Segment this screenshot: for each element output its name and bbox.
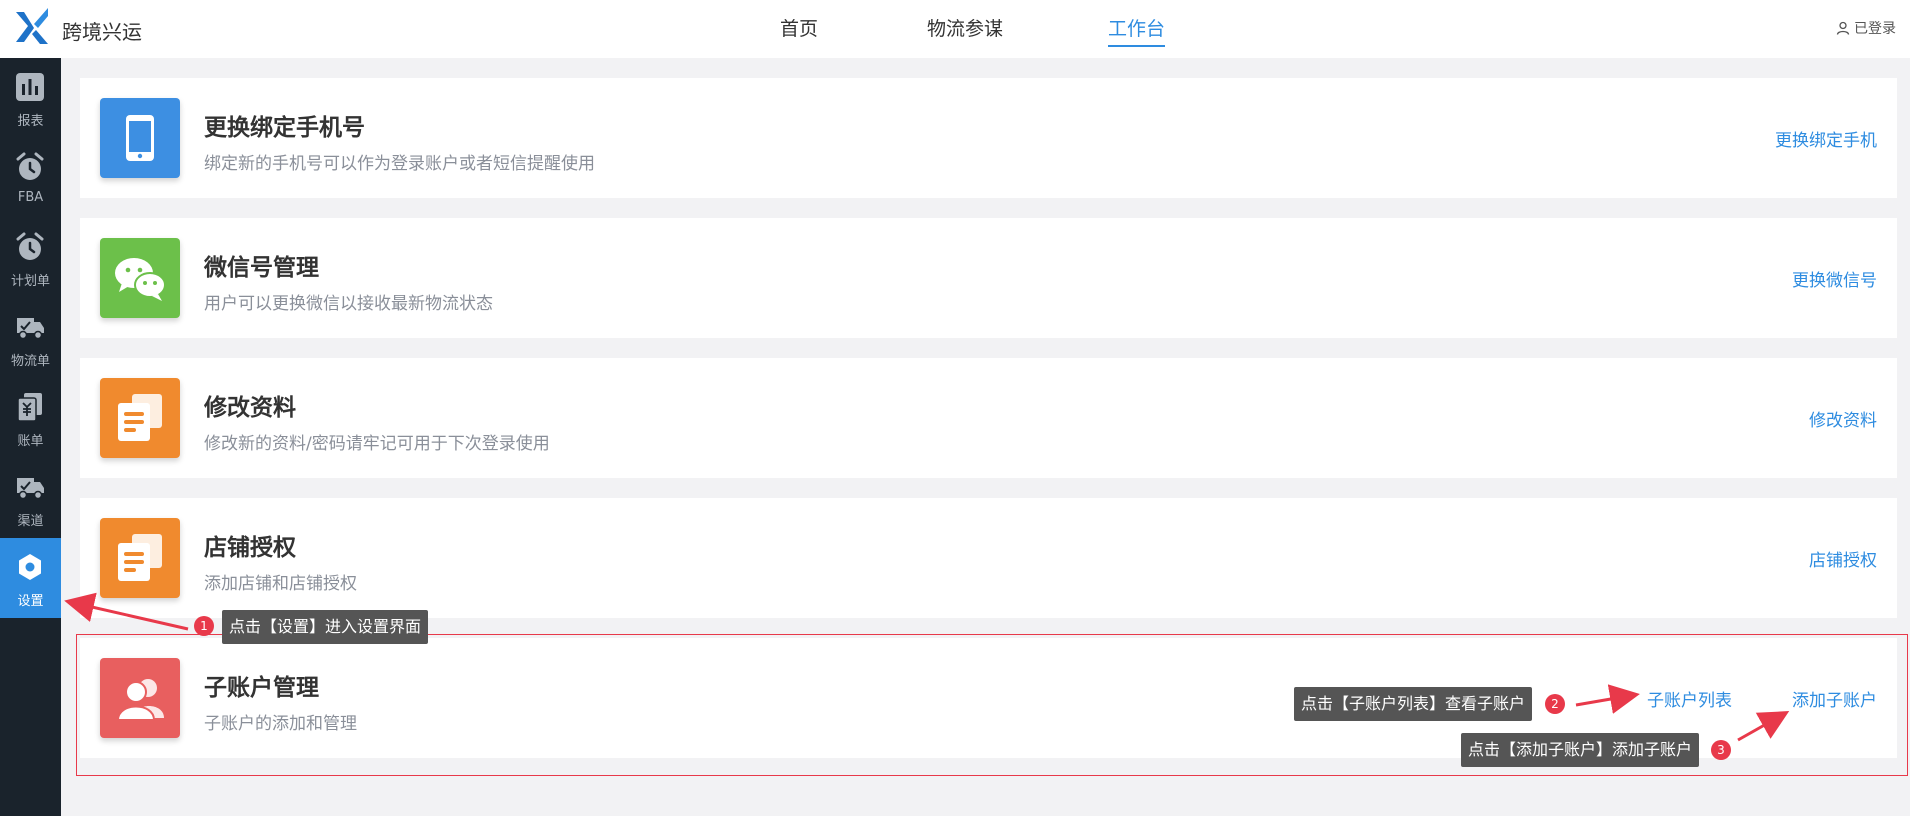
card-edit-profile: 修改资料 修改新的资料/密码请牢记可用于下次登录使用 修改资料 <box>80 358 1897 478</box>
nav-active-underline <box>1108 45 1166 47</box>
step-badge-2: 2 <box>1545 694 1565 714</box>
sidebar-item-label: 计划单 <box>10 274 50 289</box>
sidebar-item-plans[interactable]: 计划单 <box>0 218 61 298</box>
brand-name: 跨境兴运 <box>62 20 142 44</box>
truck-icon <box>17 478 44 500</box>
sidebar: 报表 FBA 计划单 物流单 账单 渠道 设置 <box>0 58 61 816</box>
sidebar-item-label: 物流单 <box>10 354 50 369</box>
card-icon-box <box>100 518 180 598</box>
card-desc: 添加店铺和店铺授权 <box>204 574 357 594</box>
card-change-phone: 更换绑定手机号 绑定新的手机号可以作为登录账户或者短信提醒使用 更换绑定手机 <box>80 78 1897 198</box>
alarm-clock-icon <box>16 232 44 260</box>
store-auth-link[interactable]: 店铺授权 <box>1809 546 1877 571</box>
wechat-icon <box>115 258 166 301</box>
alarm-clock-icon <box>16 152 44 180</box>
card-icon-box <box>100 98 180 178</box>
sidebar-item-reports[interactable]: 报表 <box>0 58 61 138</box>
sidebar-item-logistics-orders[interactable]: 物流单 <box>0 298 61 378</box>
card-store-auth: 店铺授权 添加店铺和店铺授权 店铺授权 <box>80 498 1897 618</box>
sidebar-item-label: FBA <box>17 190 44 205</box>
sidebar-item-settings[interactable]: 设置 <box>0 538 61 618</box>
user-status-label: 已登录 <box>1854 21 1896 37</box>
edit-profile-link[interactable]: 修改资料 <box>1809 406 1877 431</box>
sidebar-item-bills[interactable]: 账单 <box>0 378 61 458</box>
tooltip-step-1: 点击【设置】进入设置界面 <box>222 610 429 644</box>
step-badge-3: 3 <box>1711 740 1731 760</box>
card-title: 更换绑定手机号 <box>204 115 365 141</box>
card-desc: 绑定新的手机号可以作为登录账户或者短信提醒使用 <box>204 154 595 174</box>
tooltip-step-3: 点击【添加子账户】添加子账户 <box>1461 733 1700 767</box>
card-desc: 修改新的资料/密码请牢记可用于下次登录使用 <box>204 434 550 454</box>
card-desc: 用户可以更换微信以接收最新物流状态 <box>204 294 493 314</box>
sidebar-item-channels[interactable]: 渠道 <box>0 458 61 538</box>
documents-icon <box>118 534 162 581</box>
sidebar-item-fba[interactable]: FBA <box>0 138 61 218</box>
card-title: 修改资料 <box>204 395 296 421</box>
bar-chart-icon <box>16 73 44 101</box>
card-title: 店铺授权 <box>204 535 296 561</box>
nav-workbench-label: 工作台 <box>1108 18 1166 40</box>
phone-icon <box>126 115 154 161</box>
step-badge-1: 1 <box>194 616 214 636</box>
user-status[interactable]: 已登录 <box>1836 18 1896 38</box>
change-wechat-link[interactable]: 更换微信号 <box>1792 266 1877 291</box>
tooltip-step-2: 点击【子账户列表】查看子账户 <box>1294 687 1533 721</box>
gear-icon <box>19 554 41 580</box>
top-header: 跨境兴运 首页 物流参谋 工作台 已登录 <box>0 0 1910 58</box>
card-title: 微信号管理 <box>204 255 319 281</box>
card-wechat: 微信号管理 用户可以更换微信以接收最新物流状态 更换微信号 <box>80 218 1897 338</box>
sidebar-item-label: 渠道 <box>17 514 44 529</box>
documents-icon <box>118 394 162 441</box>
nav-logistics-advisor[interactable]: 物流参谋 <box>927 14 1003 41</box>
bill-icon <box>17 393 42 422</box>
nav-workbench[interactable]: 工作台 <box>1108 14 1166 47</box>
card-icon-box <box>100 238 180 318</box>
sidebar-item-label: 报表 <box>17 114 44 129</box>
logo-icon <box>16 8 48 44</box>
truck-icon <box>17 318 44 340</box>
sidebar-item-label: 设置 <box>17 594 44 609</box>
card-icon-box <box>100 378 180 458</box>
change-phone-link[interactable]: 更换绑定手机 <box>1775 126 1877 151</box>
nav-home[interactable]: 首页 <box>780 14 818 41</box>
user-icon <box>1836 21 1850 35</box>
sidebar-item-label: 账单 <box>17 434 44 449</box>
